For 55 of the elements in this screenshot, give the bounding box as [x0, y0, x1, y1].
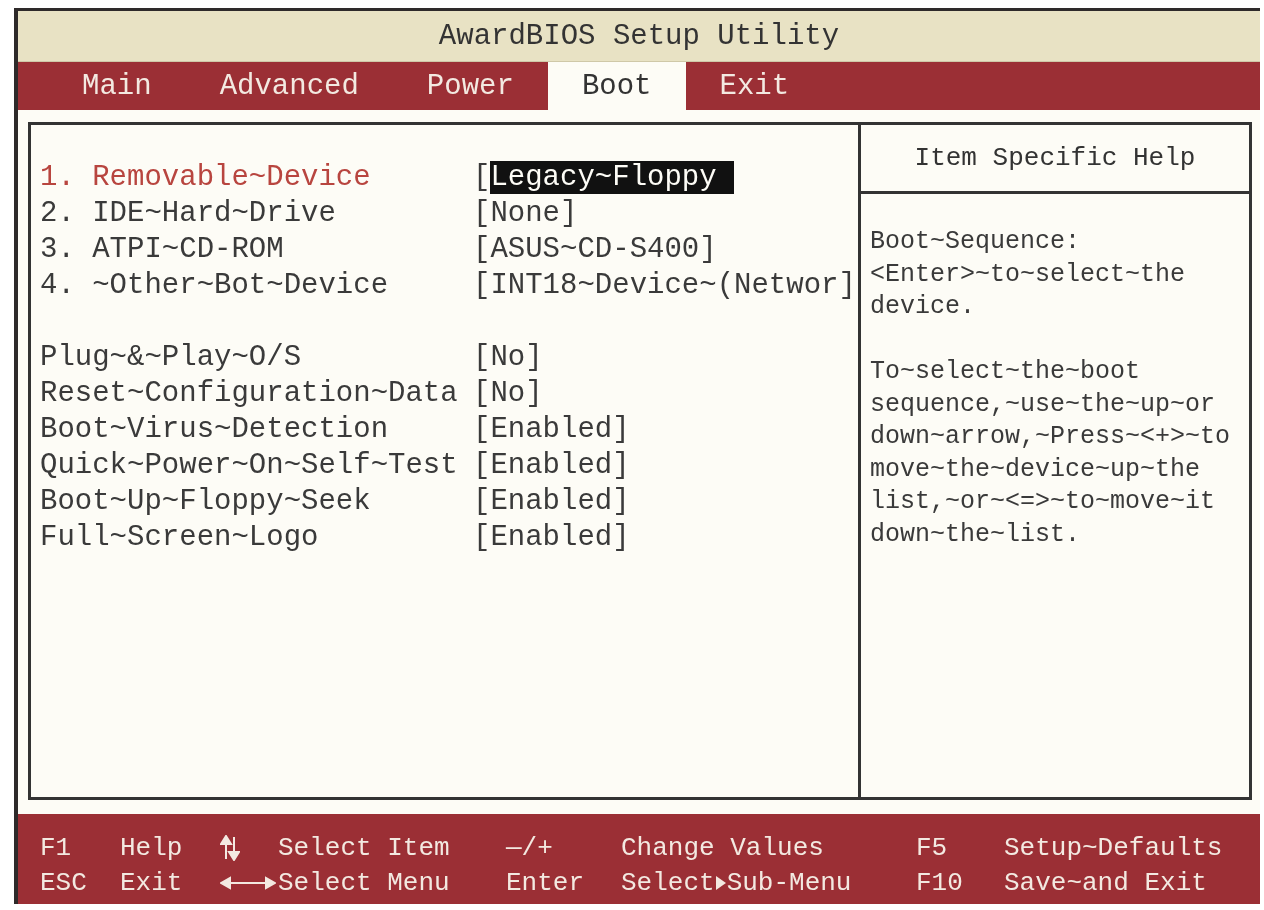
help-text: move~the~device~up~the [870, 453, 1202, 486]
key-action: Sub-Menu [726, 867, 852, 898]
help-text: device. [870, 291, 977, 323]
setting-value[interactable]: [None] [473, 196, 578, 230]
setting-label[interactable]: Boot~Virus~Detection [40, 412, 473, 446]
key-name: Enter [506, 867, 584, 898]
key-action: Help [120, 832, 183, 863]
key-action: Change Values [621, 832, 824, 863]
key-action: Select Item [278, 832, 450, 863]
help-text: Boot~Sequence: [870, 226, 1082, 258]
setting-label[interactable]: Reset~Configuration~Data [40, 376, 473, 410]
key-action: Select Menu [278, 867, 450, 898]
key-action: Setup~Defaults [1004, 832, 1223, 863]
setting-value[interactable]: [Enabled] [473, 448, 630, 482]
right-triangle-icon [714, 874, 727, 891]
help-title: Item Specific Help [914, 143, 1196, 173]
menu-tab[interactable]: Main [48, 62, 186, 110]
setting-label[interactable]: 1. Removable~Device [40, 160, 473, 194]
setting-value[interactable]: [Enabled] [473, 484, 630, 518]
setting-value[interactable]: [ASUS~CD-S400] [473, 232, 717, 266]
key-action: Select [621, 867, 715, 898]
setting-label[interactable]: 3. ATPI~CD-ROM [40, 232, 473, 266]
menu-tab[interactable]: Power [392, 62, 548, 110]
key-action: Exit [120, 867, 183, 898]
help-text: down~the~list. [870, 518, 1082, 551]
up-down-arrows-icon [220, 834, 240, 861]
help-text: list,~or~<=>~to~move~it [870, 486, 1217, 518]
key-name: —/+ [506, 832, 553, 863]
window-title: AwardBIOS Setup Utility [438, 19, 840, 53]
setting-label[interactable]: Plug~&~Play~O/S [40, 340, 473, 374]
key-name: F1 [40, 832, 72, 863]
menu-tab[interactable]: Advanced [185, 62, 393, 110]
key-action: Save~and Exit [1004, 867, 1207, 898]
setting-value[interactable]: [Enabled] [473, 412, 630, 446]
setting-value[interactable]: [INT18~Device~(Networ] [473, 268, 856, 302]
help-text: sequence,~use~the~up~or [870, 388, 1217, 421]
setting-label[interactable]: 2. IDE~Hard~Drive [40, 196, 473, 230]
key-name: ESC [40, 867, 87, 898]
setting-value[interactable]: Legacy~Floppy [490, 160, 735, 194]
value-bracket: [ [473, 160, 491, 194]
setting-label[interactable]: 4. ~Other~Bot~Device [40, 268, 473, 302]
key-name: F10 [916, 867, 963, 898]
setting-label[interactable]: Quick~Power~On~Self~Test [40, 448, 473, 482]
key-name: F5 [916, 832, 948, 863]
help-text: To~select~the~boot [870, 356, 1142, 388]
menu-tab[interactable]: Exit [685, 62, 824, 110]
setting-label[interactable]: Full~Screen~Logo [40, 520, 473, 554]
setting-value[interactable]: [No] [473, 376, 543, 410]
setting-label[interactable]: Boot~Up~Floppy~Seek [40, 484, 473, 518]
left-right-arrows-icon [220, 875, 276, 890]
setting-value[interactable]: [Enabled] [473, 520, 630, 554]
menu-tab[interactable]: Boot [547, 62, 686, 110]
help-text: <Enter>~to~select~the [870, 258, 1187, 291]
help-text: down~arrow,~Press~<+>~to [870, 421, 1232, 453]
setting-value[interactable]: [No] [473, 340, 543, 374]
